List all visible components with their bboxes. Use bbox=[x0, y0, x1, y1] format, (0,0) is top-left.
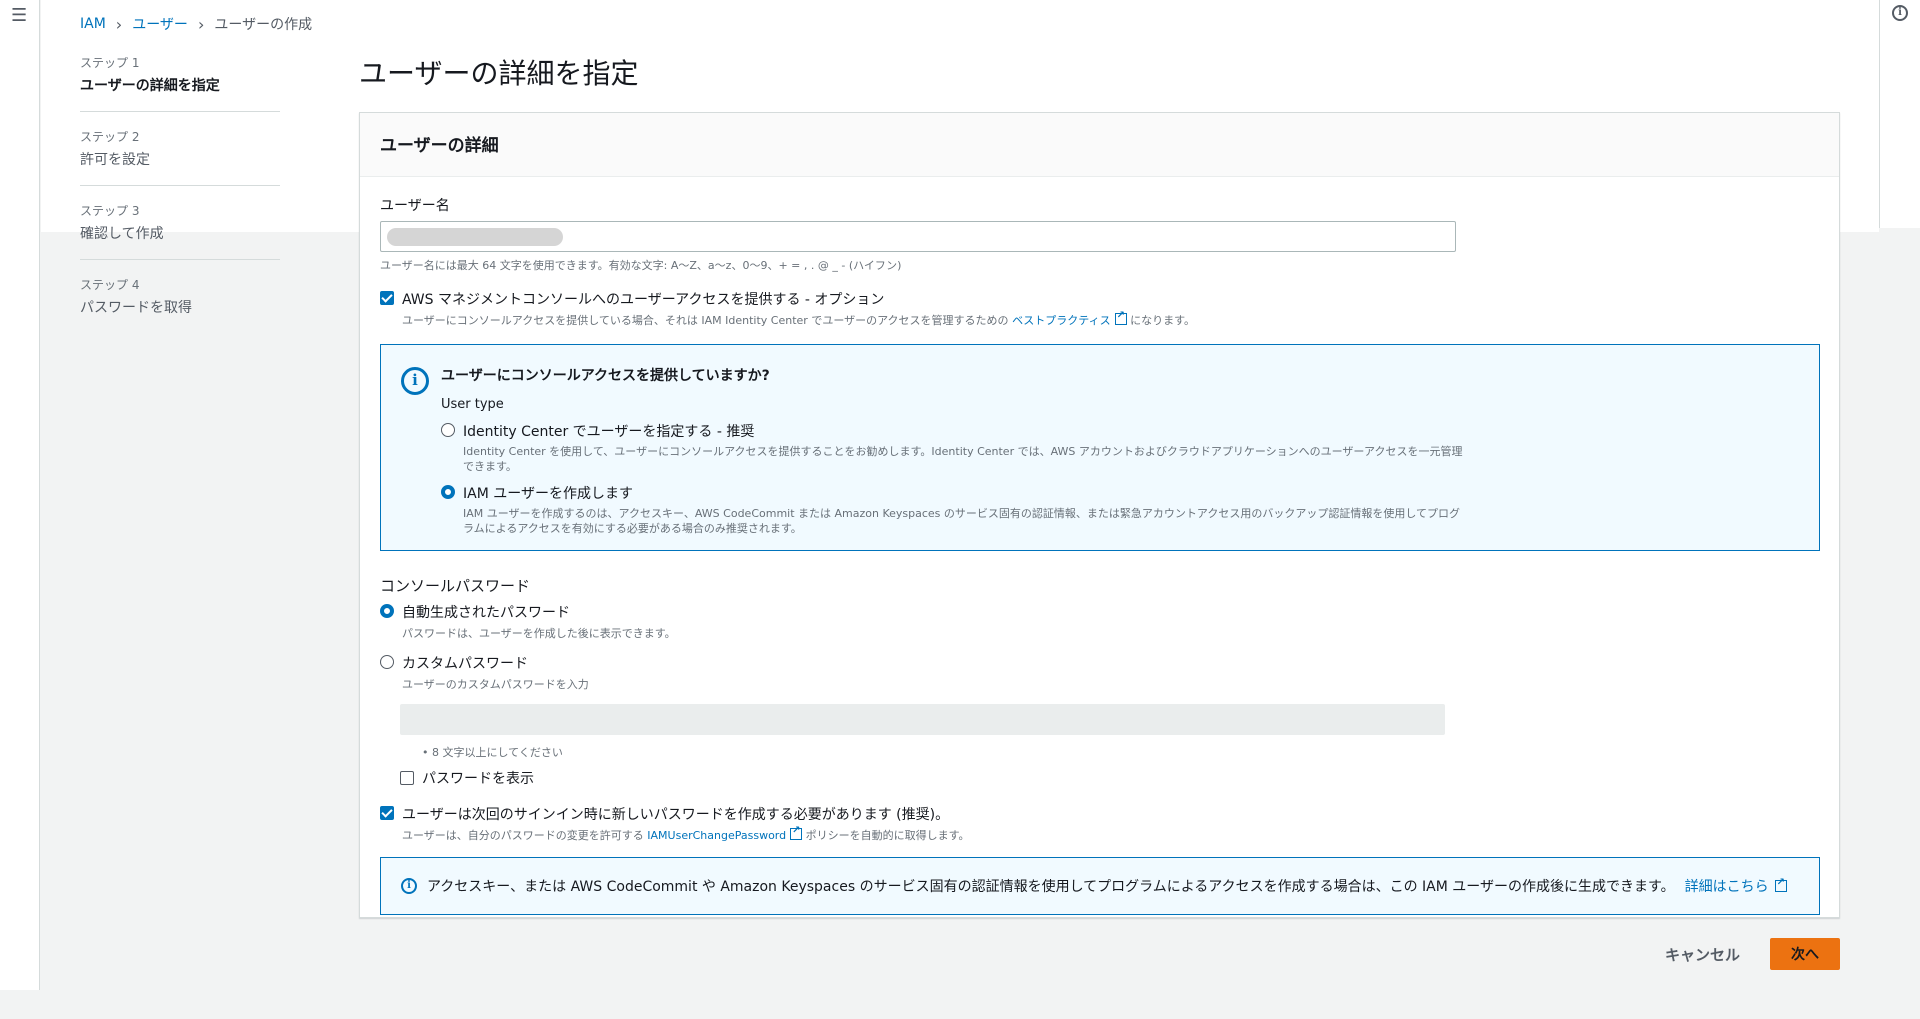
custom-password-input[interactable] bbox=[400, 704, 1445, 735]
username-label: ユーザー名 bbox=[380, 198, 450, 214]
show-password-label: パスワードを表示 bbox=[422, 771, 534, 787]
step-number: ステップ 4 bbox=[80, 278, 140, 292]
show-password-checkbox[interactable] bbox=[400, 771, 414, 785]
show-password-row[interactable]: パスワードを表示 bbox=[400, 768, 1819, 788]
step-4: ステップ 4 パスワードを取得 bbox=[80, 276, 280, 333]
username-input[interactable] bbox=[380, 221, 1456, 252]
left-nav-rail: ☰ bbox=[0, 0, 40, 990]
console-access-desc-text: ユーザーにコンソールアクセスを提供している場合、それは IAM Identity… bbox=[402, 314, 1009, 327]
custom-password-radio[interactable] bbox=[380, 655, 394, 669]
reset-password-desc-suffix: ポリシーを自動的に取得します。 bbox=[805, 829, 970, 842]
container-header: ユーザーの詳細 bbox=[360, 113, 1839, 177]
external-link-icon bbox=[790, 825, 803, 840]
identity-center-desc: Identity Center を使用して、ユーザーにコンソールアクセスを提供す… bbox=[463, 445, 1463, 473]
custom-password-label: カスタムパスワード bbox=[402, 656, 528, 672]
reset-password-desc: ユーザーは、自分のパスワードの変更を許可する IAMUserChangePass… bbox=[402, 825, 970, 843]
auto-password-desc: パスワードは、ユーザーを作成した後に表示できます。 bbox=[402, 627, 676, 640]
console-password-label: コンソールパスワード bbox=[380, 577, 531, 595]
reset-password-desc-text: ユーザーは、自分のパスワードの変更を許可する bbox=[402, 829, 644, 842]
reset-password-label: ユーザーは次回のサインイン時に新しいパスワードを作成する必要があります (推奨)… bbox=[402, 807, 950, 823]
user-type-label: User type bbox=[441, 397, 504, 412]
breadcrumb-users[interactable]: ユーザー bbox=[132, 14, 188, 34]
console-access-checkbox[interactable] bbox=[380, 291, 394, 305]
step-number: ステップ 2 bbox=[80, 130, 140, 144]
step-label: パスワードを取得 bbox=[80, 300, 192, 316]
breadcrumb-current: ユーザーの作成 bbox=[214, 17, 313, 33]
auto-password-label: 自動生成されたパスワード bbox=[402, 605, 570, 621]
step-3: ステップ 3 確認して作成 bbox=[80, 202, 280, 260]
identity-center-radio[interactable] bbox=[441, 423, 455, 437]
learn-more-link[interactable]: 詳細はこちら bbox=[1685, 876, 1769, 896]
footer-actions: キャンセル 次へ bbox=[1665, 938, 1840, 970]
console-access-row: AWS マネジメントコンソールへのユーザーアクセスを提供する - オプション ユ… bbox=[380, 289, 1819, 328]
wizard-steps: ステップ 1 ユーザーの詳細を指定 ステップ 2 許可を設定 ステップ 3 確認… bbox=[80, 54, 280, 349]
step-label: ユーザーの詳細を指定 bbox=[80, 78, 220, 94]
step-label: 確認して作成 bbox=[80, 226, 164, 242]
iam-user-label: IAM ユーザーを作成します bbox=[463, 486, 633, 502]
identity-center-option[interactable]: Identity Center でユーザーを指定する - 推奨 Identity… bbox=[441, 421, 1463, 474]
step-number: ステップ 1 bbox=[80, 56, 140, 70]
identity-center-label: Identity Center でユーザーを指定する - 推奨 bbox=[463, 424, 755, 440]
console-access-info-panel: i ユーザーにコンソールアクセスを提供していますか? User type Ide… bbox=[380, 344, 1820, 551]
access-key-info-text: アクセスキー、または AWS CodeCommit や Amazon Keysp… bbox=[427, 879, 1675, 895]
right-tools-rail: i bbox=[1879, 0, 1920, 228]
menu-icon[interactable]: ☰ bbox=[11, 5, 27, 26]
step-2: ステップ 2 許可を設定 bbox=[80, 128, 280, 186]
step-label: 許可を設定 bbox=[80, 152, 150, 168]
console-access-desc-suffix: になります。 bbox=[1130, 314, 1196, 327]
password-rule: • 8 文字以上にしてください bbox=[422, 746, 563, 759]
iam-user-radio[interactable] bbox=[441, 485, 455, 499]
external-link-icon bbox=[1774, 877, 1787, 892]
chevron-right-icon: › bbox=[197, 14, 205, 34]
info-icon[interactable]: i bbox=[1892, 5, 1908, 21]
iam-user-option[interactable]: IAM ユーザーを作成します IAM ユーザーを作成するのは、アクセスキー、AW… bbox=[441, 483, 1463, 536]
iam-user-desc: IAM ユーザーを作成するのは、アクセスキー、AWS CodeCommit また… bbox=[463, 507, 1461, 535]
chevron-right-icon: › bbox=[115, 14, 123, 34]
info-icon: i bbox=[401, 878, 417, 894]
best-practice-link[interactable]: ベストプラクティス bbox=[1012, 314, 1111, 327]
custom-password-desc: ユーザーのカスタムパスワードを入力 bbox=[402, 678, 589, 691]
breadcrumb-iam[interactable]: IAM bbox=[80, 16, 106, 32]
access-key-info-panel: i アクセスキー、または AWS CodeCommit や Amazon Key… bbox=[380, 857, 1820, 915]
iam-user-change-password-link[interactable]: IAMUserChangePassword bbox=[647, 829, 786, 842]
info-icon: i bbox=[401, 367, 429, 395]
password-rule-text: 8 文字以上にしてください bbox=[432, 746, 563, 759]
auto-password-radio[interactable] bbox=[380, 604, 394, 618]
step-number: ステップ 3 bbox=[80, 204, 140, 218]
reset-password-row: ユーザーは次回のサインイン時に新しいパスワードを作成する必要があります (推奨)… bbox=[380, 804, 1819, 843]
user-details-container: ユーザーの詳細 ユーザー名 ユーザー名には最大 64 文字を使用できます。有効な… bbox=[359, 112, 1840, 918]
console-access-desc: ユーザーにコンソールアクセスを提供している場合、それは IAM Identity… bbox=[402, 310, 1196, 328]
custom-password-option[interactable]: カスタムパスワード ユーザーのカスタムパスワードを入力 bbox=[380, 653, 1819, 692]
breadcrumb: IAM › ユーザー › ユーザーの作成 bbox=[80, 14, 312, 34]
external-link-icon bbox=[1114, 310, 1127, 325]
redacted-value bbox=[387, 228, 563, 246]
reset-password-checkbox[interactable] bbox=[380, 806, 394, 820]
console-access-label: AWS マネジメントコンソールへのユーザーアクセスを提供する - オプション bbox=[402, 292, 885, 308]
cancel-button[interactable]: キャンセル bbox=[1665, 944, 1740, 965]
username-hint: ユーザー名には最大 64 文字を使用できます。有効な文字: A〜Z、a〜z、0〜… bbox=[380, 259, 902, 272]
auto-password-option[interactable]: 自動生成されたパスワード パスワードは、ユーザーを作成した後に表示できます。 bbox=[380, 602, 1819, 641]
info-panel-title: ユーザーにコンソールアクセスを提供していますか? bbox=[441, 368, 770, 384]
console-password-section: コンソールパスワード 自動生成されたパスワード パスワードは、ユーザーを作成した… bbox=[380, 575, 1819, 788]
page-title: ユーザーの詳細を指定 bbox=[359, 57, 639, 90]
next-button[interactable]: 次へ bbox=[1770, 938, 1840, 970]
step-1: ステップ 1 ユーザーの詳細を指定 bbox=[80, 54, 280, 112]
